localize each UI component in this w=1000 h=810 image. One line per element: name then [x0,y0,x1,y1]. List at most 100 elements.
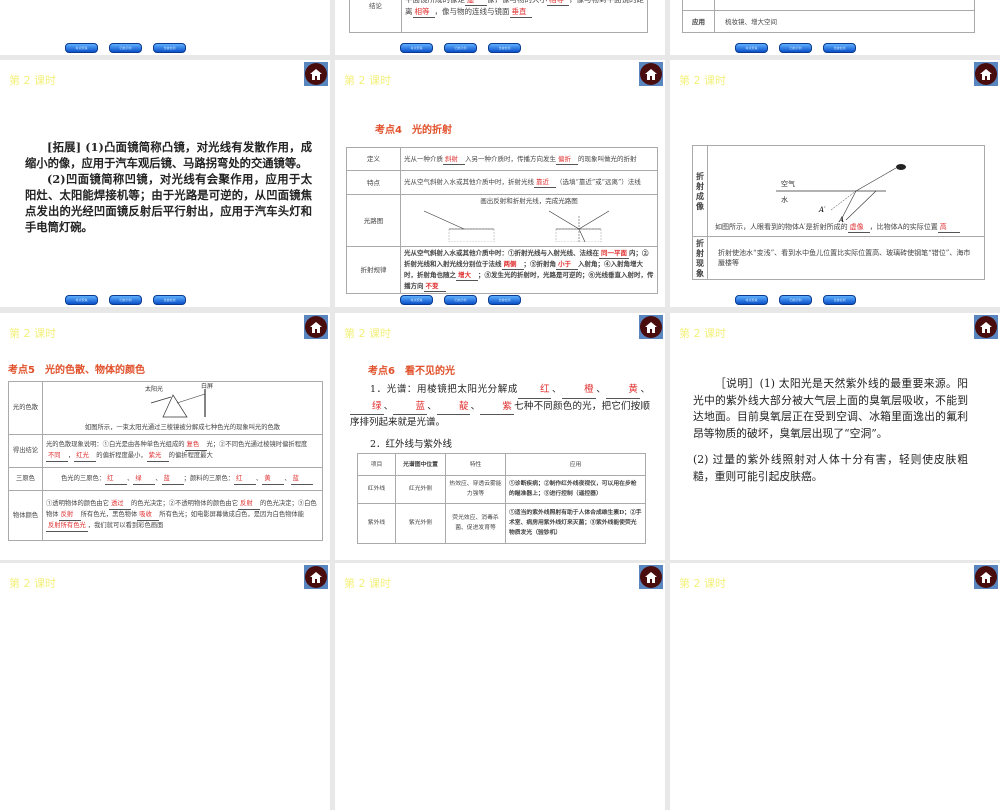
nav-button-2[interactable]: 当堂检测 [488,295,521,305]
nav-button-0[interactable]: 考点聚焦 [735,43,768,53]
answer-blank: 相等 [547,0,569,6]
home-button[interactable] [974,315,998,339]
row-text: ①透明物体的颜色由它 透过 的色光决定；②不透明物体的颜色由它 反射 的色光决定；③白色… [42,490,323,541]
nav-button-1[interactable]: 归类示例 [779,43,812,53]
home-button[interactable] [974,565,998,589]
nav-button-2[interactable]: 当堂检测 [823,295,856,305]
nav-button-1[interactable]: 归类示例 [779,295,812,305]
answer-blank: 紫 [480,399,514,415]
slide-nav: 考点聚焦 归类示例 当堂检测 [400,295,521,305]
row-text: 光的色散现象说明：①白光是由各种单色光组成的 复色 光；②不同色光通过棱镜时偏折程度… [42,434,323,468]
text-segment: 、 [426,400,437,412]
nav-button-0[interactable]: 考点聚焦 [400,43,433,53]
slide-thumbnail[interactable]: 折射成像 空气 水 A′ A 如图所示，人眼看到的物体A′是折射所成的 虚像 ，比物… [670,60,1000,307]
column-header: 项目 [357,453,396,476]
table-row: 红外线 红光外侧 热效应、穿透云雾能力强等 ①诊断疾病；②制作红外线夜视仪，可以用在步… [357,475,646,504]
table-cell: 紫光外侧 [395,502,446,545]
section-title: 考点5 光的色散、物体的颜色 [8,365,145,376]
nav-button-0[interactable]: 考点聚焦 [400,295,433,305]
light-path-diagram [423,210,610,243]
slide-thumbnail[interactable]: 考点5 光的色散、物体的颜色 光的色散 太阳光 白屏 如图所示，一束太阳光通过三… [0,313,330,560]
answer-blank: 虚 [465,0,487,6]
nav-button-1[interactable]: 归类示例 [444,295,477,305]
nav-button-2[interactable]: 当堂检测 [488,43,521,53]
home-button[interactable] [639,565,663,589]
row-label: 定义 [346,147,401,171]
home-button[interactable] [304,565,328,589]
row-label: 三原色 [8,467,43,491]
row-text: 如图所示，人眼看到的物体A′是折射所成的 虚像 ，比物体A的实际位置高 [711,222,981,235]
home-icon [305,63,327,85]
nav-button-0[interactable]: 考点聚焦 [65,295,98,305]
answer-blank: 黄 [262,474,285,485]
slide-thumbnail[interactable]: [拓展] (1)凸面镜简称凸镜，对光线有发散作用，成缩小的像，应用于汽车观后镜、… [0,60,330,307]
row-text: 光从空气斜射入水或其他介质中时：①折射光线与入射光线、法线在 同一平面 内；②折射光… [400,246,658,294]
home-button[interactable] [639,62,663,86]
answer-blank: 绿 [350,399,384,415]
text-segment: 、 [551,384,563,395]
home-button[interactable] [304,315,328,339]
table-cell: 热效应、穿透云雾能力强等 [445,475,506,504]
answer-blank: 小于 [556,259,578,270]
row-label: 应用 [682,10,715,33]
svg-text:空气: 空气 [781,179,795,188]
nav-button-1[interactable]: 归类示例 [109,43,142,53]
answer-blank: 反射 [238,499,261,510]
nav-button-1[interactable]: 归类示例 [109,295,142,305]
extension-paragraph: [拓展] (1)凸面镜简称凸镜，对光线有发散作用，成缩小的像，应用于汽车观后镜、… [25,139,312,171]
answer-blank: 红 [234,474,257,485]
home-icon [640,316,662,338]
text-segment: （选填“靠近”或“远离”）法线 [556,178,641,186]
answer-blank: 增大 [456,270,478,281]
slide-thumbnail[interactable]: 结论 平面镜所成的像是虚像，像与物的大小相等，像与物到平面镜的距离相等，像与物的… [335,0,665,55]
answer-blank: 两侧 [501,259,524,270]
text-segment: 入另一种介质时，传播方向发生 [465,154,556,163]
text-segment: 所有色光；如电影屏幕做成白色，是因为白色物体能 [159,511,305,518]
slide-thumbnail[interactable]: 考点聚焦 归类示例 当堂检测 [0,0,330,55]
nav-button-2[interactable]: 当堂检测 [153,295,186,305]
lesson-header: 第 2 课时 [679,74,726,87]
home-button[interactable] [974,62,998,86]
svg-text:白屏: 白屏 [201,383,213,390]
text-segment: 光的色散现象说明：①白光是由各种单色光组成的 [46,441,185,448]
content-table: 结论 平面镜所成的像是虚像，像与物的大小相等，像与物到平面镜的距离相等，像与物的… [349,0,648,33]
note-paragraph: ［说明］(1) 太阳光是天然紫外线的最重要来源。阳光中的紫外线大部分被大气层上面… [693,377,968,440]
answer-blank: 靛 [436,399,471,415]
slide-thumbnail[interactable]: 第 2 课时 [670,563,1000,810]
home-button[interactable] [639,315,663,339]
text-segment: 如图所示，人眼看到的物体A′是折射所成的 [715,223,848,231]
row-label: 折射规律 [346,246,401,294]
text-segment: 、 [470,400,481,412]
refraction-image-diagram: 空气 水 A′ A [776,164,906,222]
nav-button-2[interactable]: 当堂检测 [153,43,186,53]
answer-blank: 反射所有色光 [46,521,88,532]
slide-thumbnail[interactable]: 应用 梳妆镜、增大空间 考点聚焦 归类示例 当堂检测 [670,0,1000,55]
svg-text:A′: A′ [818,206,826,214]
slide-thumbnail[interactable]: 考点6 看不见的光 1．光谱：用棱镜把太阳光分解成红、橙、黄、绿、蓝、靛、紫七种… [335,313,665,560]
nav-button-0[interactable]: 考点聚焦 [735,295,768,305]
answer-blank: 红光 [74,451,97,462]
row-text: 光从空气斜射入水或其他介质中时，折射光线 靠近 （选填“靠近”或“远离”）法线 [400,170,658,195]
home-icon [640,566,662,588]
note-paragraph-2: (2) 过量的紫外线照射对人体十分有害，轻则使皮肤粗糙，重则可能引起皮肤癌。 [693,453,968,483]
refraction-table: 定义 光从一种介质 斜射 入另一种介质时，传播方向发生 偏折 的现象叫做光的折射 特点 光从… [346,147,658,294]
slide-thumbnail[interactable]: ［说明］(1) 太阳光是天然紫外线的最重要来源。阳光中的紫外线大部分被大气层上面… [670,313,1000,560]
answer-blank: 不同 [46,451,68,462]
text-segment: ，比物体A的实际位置 [869,223,938,231]
nav-button-0[interactable]: 考点聚焦 [65,43,98,53]
row-label: 得出结论 [8,434,43,468]
slide-nav: 考点聚焦 归类示例 当堂检测 [735,295,856,305]
row-label: 光的色散 [8,381,43,435]
nav-button-2[interactable]: 当堂检测 [823,43,856,53]
answer-blank: 红 [105,474,128,485]
slide-thumbnail[interactable]: 第 2 课时 [335,563,665,810]
slide-thumbnail[interactable]: 考点4 光的折射 定义 光从一种介质 斜射 入另一种介质时，传播方向发生 偏折 的现象叫做… [335,60,665,307]
home-icon [975,316,997,338]
slide-thumbnail[interactable]: 第 2 课时 [0,563,330,810]
home-button[interactable] [304,62,328,86]
row-label: 折射现象 [692,236,708,280]
home-icon [305,566,327,588]
answer-blank: 吸收 [137,510,160,521]
text-segment: 的偏折程度最大 [168,452,213,459]
nav-button-1[interactable]: 归类示例 [444,43,477,53]
